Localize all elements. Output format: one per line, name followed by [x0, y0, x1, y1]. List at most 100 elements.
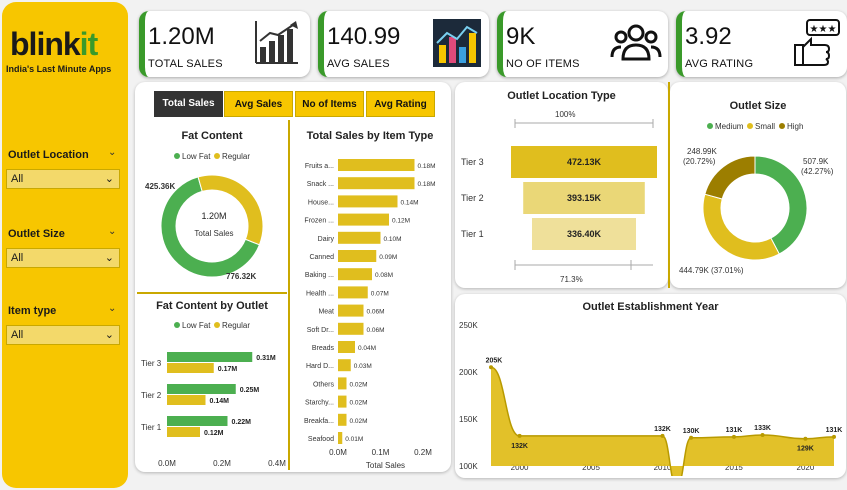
data-label: 0.09M: [379, 254, 397, 261]
bar-item-type: [338, 213, 389, 226]
chart-title-fat-by-outlet: Fat Content by Outlet: [156, 300, 268, 312]
area-fill: [491, 367, 834, 476]
data-label-small: 444.79K (37.01%): [679, 266, 744, 275]
chevron-down-icon: ⌄: [104, 173, 114, 185]
legend-low-fat: Low Fat: [174, 152, 210, 161]
tab-total-sales[interactable]: Total Sales: [154, 91, 223, 117]
data-label: 393.15K: [567, 193, 602, 203]
tab-avg-rating[interactable]: Avg Rating: [366, 91, 435, 117]
category-label: Dairy: [318, 236, 335, 243]
tick-label: 150K: [459, 415, 478, 424]
category-label: Fruits a...: [305, 163, 334, 170]
tick-label: 0.1M: [372, 448, 390, 457]
tick-label: 0.2M: [414, 448, 432, 457]
category-label: Tier 2: [141, 391, 162, 400]
bar-item-type: [338, 250, 377, 262]
category-label: Breads: [312, 345, 335, 352]
category-label: Starchy...: [305, 400, 334, 407]
bar-item-type: [338, 159, 415, 171]
category-label: Tier 3: [461, 157, 484, 167]
chart-title-item-type: Total Sales by Item Type: [306, 130, 434, 142]
category-label: Breakfa...: [304, 418, 334, 425]
data-label: 0.01M: [345, 436, 363, 443]
category-label: Tier 3: [141, 359, 162, 368]
category-label: Baking ...: [305, 272, 334, 279]
people-group-icon: [610, 24, 662, 61]
kpi-label: NO OF ITEMS: [506, 58, 580, 70]
category-label: Soft Dr...: [307, 327, 334, 334]
data-label: 0.07M: [371, 290, 389, 297]
data-point: [689, 435, 694, 440]
data-label: 0.12M: [204, 430, 224, 437]
data-label-high-pct: (20.72%): [683, 157, 716, 166]
bar-chart-arrow-icon: [433, 19, 481, 67]
category-label: Seafood: [308, 436, 334, 443]
data-label: 0.17M: [218, 366, 238, 373]
data-label: 0.12M: [392, 218, 410, 225]
data-label: 132K: [654, 426, 671, 433]
filter-label-outlet-size: Outlet Size: [8, 228, 65, 240]
pie-slice-small: [702, 193, 780, 261]
data-label: 0.08M: [375, 272, 393, 279]
chevron-down-icon: ⌄: [104, 329, 114, 341]
data-label: 0.31M: [256, 355, 276, 362]
data-label: 131K: [726, 427, 743, 434]
outlet-location-select[interactable]: All ⌄: [6, 169, 120, 189]
legend-medium: Medium: [707, 122, 743, 131]
bar-item-type: [338, 413, 347, 426]
bar-low-fat: [167, 416, 228, 426]
tagline: India's Last Minute Apps: [6, 64, 112, 74]
sidebar: [2, 2, 128, 488]
data-label-medium-pct: (42.27%): [801, 167, 834, 176]
data-label: 472.13K: [567, 157, 602, 167]
axis-label: Total Sales: [366, 461, 405, 470]
category-label: Canned: [309, 254, 334, 261]
data-label: 0.25M: [240, 387, 260, 394]
bar-item-type: [338, 341, 355, 353]
bar-chart-growth-icon: [255, 21, 298, 64]
data-label: 336.40K: [567, 229, 602, 239]
outlet-size-select[interactable]: All ⌄: [6, 248, 120, 268]
category-label: Frozen ...: [304, 218, 334, 225]
tick-label: 0.0M: [158, 459, 176, 468]
data-label: 132K: [511, 443, 528, 450]
kpi-total-sales: 1.20M TOTAL SALES: [139, 11, 310, 77]
data-label: 0.10M: [384, 236, 402, 243]
data-label: 0.06M: [367, 309, 385, 316]
kpi-avg-rating: 3.92 AVG RATING ★★★: [676, 11, 847, 77]
chart-title-outlet-size: Outlet Size: [729, 100, 787, 112]
bar-item-type: [338, 359, 351, 372]
tick-label: 250K: [459, 321, 478, 330]
tick-label: 100K: [459, 462, 478, 471]
divider: [668, 82, 670, 288]
bar-regular: [167, 395, 206, 405]
data-label: 205K: [486, 357, 503, 364]
divider: [288, 120, 290, 470]
data-label: 133K: [754, 425, 771, 432]
thumbs-up-rating-icon: ★★★: [794, 19, 840, 66]
bar-item-type: [338, 304, 364, 317]
category-label: Tier 1: [141, 423, 162, 432]
chart-title-establishment: Outlet Establishment Year: [582, 301, 719, 313]
data-label-medium: 507.9K: [803, 157, 829, 166]
tab-no-of-items[interactable]: No of Items: [295, 91, 364, 117]
chevron-down-icon[interactable]: ⌄: [108, 147, 116, 158]
bar-regular: [167, 363, 214, 373]
funnel-bottom-percent: 71.3%: [560, 275, 583, 284]
tick-label: 0.2M: [213, 459, 231, 468]
data-label: 131K: [826, 427, 843, 434]
chevron-down-icon: ⌄: [104, 252, 114, 264]
kpi-value: 9K: [506, 23, 536, 50]
category-label: Others: [313, 381, 335, 388]
bar-item-type: [338, 268, 372, 281]
item-type-bar-chart: Fruits a... 0.18M Snack ... 0.18M House... 0.…: [304, 159, 436, 470]
chevron-down-icon[interactable]: ⌄: [108, 226, 116, 237]
chevron-down-icon[interactable]: ⌄: [108, 303, 116, 314]
tab-avg-sales[interactable]: Avg Sales: [224, 91, 293, 117]
data-point: [760, 432, 765, 437]
category-label: Tier 2: [461, 193, 484, 203]
item-type-select[interactable]: All ⌄: [6, 325, 120, 345]
kpi-value: 140.99: [327, 23, 401, 50]
divider: [137, 292, 287, 294]
tick-label: 0.4M: [268, 459, 286, 468]
